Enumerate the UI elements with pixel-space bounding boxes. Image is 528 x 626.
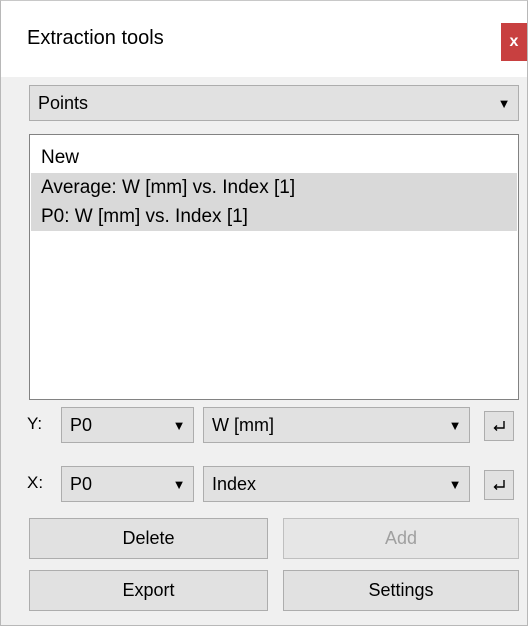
chevron-down-icon: ▼ [172, 417, 186, 433]
chevron-down-icon: ▼ [448, 417, 462, 433]
x-source-select[interactable]: P0 ▼ [61, 466, 194, 502]
window-title: Extraction tools [27, 27, 164, 49]
y-axis-label: Y: [27, 414, 43, 433]
x-axis-label: X: [27, 473, 44, 492]
y-source-select[interactable]: P0 ▼ [61, 407, 194, 443]
x-quantity-value: Index [212, 473, 257, 494]
mode-select-value: Points [38, 92, 89, 113]
list-item[interactable]: New [31, 143, 517, 172]
settings-button[interactable]: Settings [283, 570, 519, 611]
y-source-value: P0 [70, 414, 93, 435]
title-bar[interactable]: Extraction tools x [1, 1, 527, 77]
chevron-down-icon: ▼ [172, 476, 186, 492]
extraction-tools-window: Extraction tools x Points ▼ New Average:… [0, 0, 528, 626]
extraction-list[interactable]: New Average: W [mm] vs. Index [1] P0: W … [29, 134, 519, 400]
y-quantity-select[interactable]: W [mm] ▼ [203, 407, 470, 443]
chevron-down-icon: ▼ [448, 476, 462, 492]
list-item[interactable]: Average: W [mm] vs. Index [1] [31, 173, 517, 202]
delete-button[interactable]: Delete [29, 518, 268, 559]
y-quantity-value: W [mm] [212, 414, 274, 435]
export-button[interactable]: Export [29, 570, 268, 611]
x-quantity-select[interactable]: Index ▼ [203, 466, 470, 502]
y-apply-button[interactable] [484, 411, 514, 441]
return-icon [493, 421, 505, 431]
x-apply-button[interactable] [484, 470, 514, 500]
return-icon [493, 480, 505, 490]
x-source-value: P0 [70, 473, 93, 494]
chevron-down-icon: ▼ [497, 95, 511, 111]
add-button[interactable]: Add [283, 518, 519, 559]
list-item[interactable]: P0: W [mm] vs. Index [1] [31, 202, 517, 231]
mode-select[interactable]: Points ▼ [29, 85, 519, 121]
close-button[interactable]: x [501, 23, 527, 61]
